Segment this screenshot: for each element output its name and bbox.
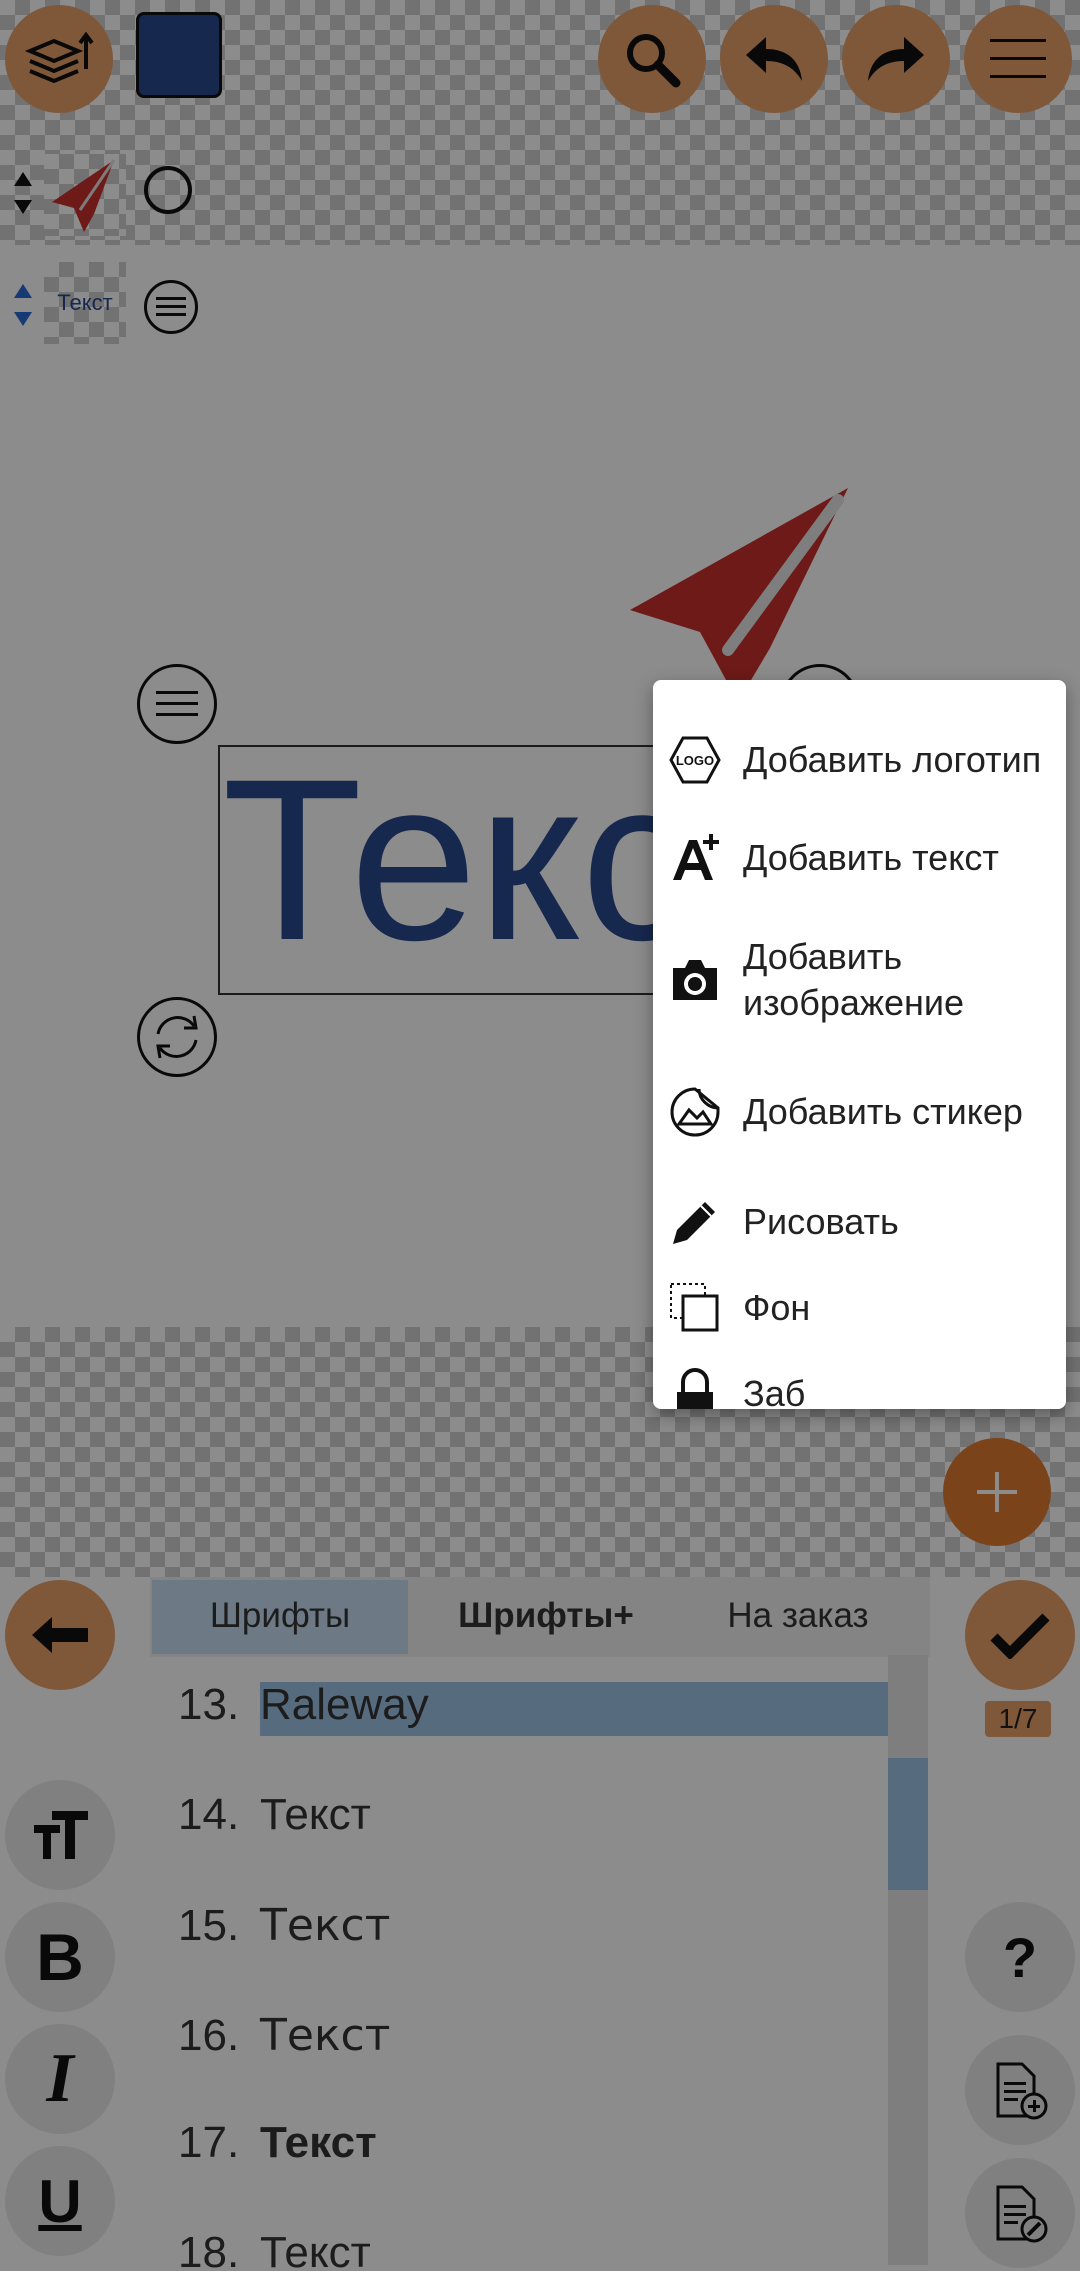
sticker-icon	[669, 1086, 721, 1138]
svg-text:LOGO: LOGO	[676, 753, 714, 768]
menu-item-lock[interactable]: Заб	[653, 1366, 1066, 1409]
camera-icon	[669, 954, 721, 1006]
background-icon	[669, 1282, 721, 1334]
add-text-icon	[669, 832, 721, 884]
menu-item-add-image[interactable]: Добавить изображение	[653, 934, 1066, 1026]
menu-item-add-text[interactable]: Добавить текст	[653, 830, 1066, 886]
add-element-menu: LOGO Добавить логотип Добавить текст Доб…	[653, 680, 1066, 1409]
menu-item-draw[interactable]: Рисовать	[653, 1194, 1066, 1250]
menu-item-background[interactable]: Фон	[653, 1280, 1066, 1336]
menu-item-add-logo[interactable]: LOGO Добавить логотип	[653, 714, 1066, 806]
lock-icon	[669, 1368, 721, 1409]
pencil-icon	[669, 1196, 721, 1248]
menu-item-add-sticker[interactable]: Добавить стикер	[653, 1066, 1066, 1158]
logo-icon: LOGO	[669, 734, 721, 786]
